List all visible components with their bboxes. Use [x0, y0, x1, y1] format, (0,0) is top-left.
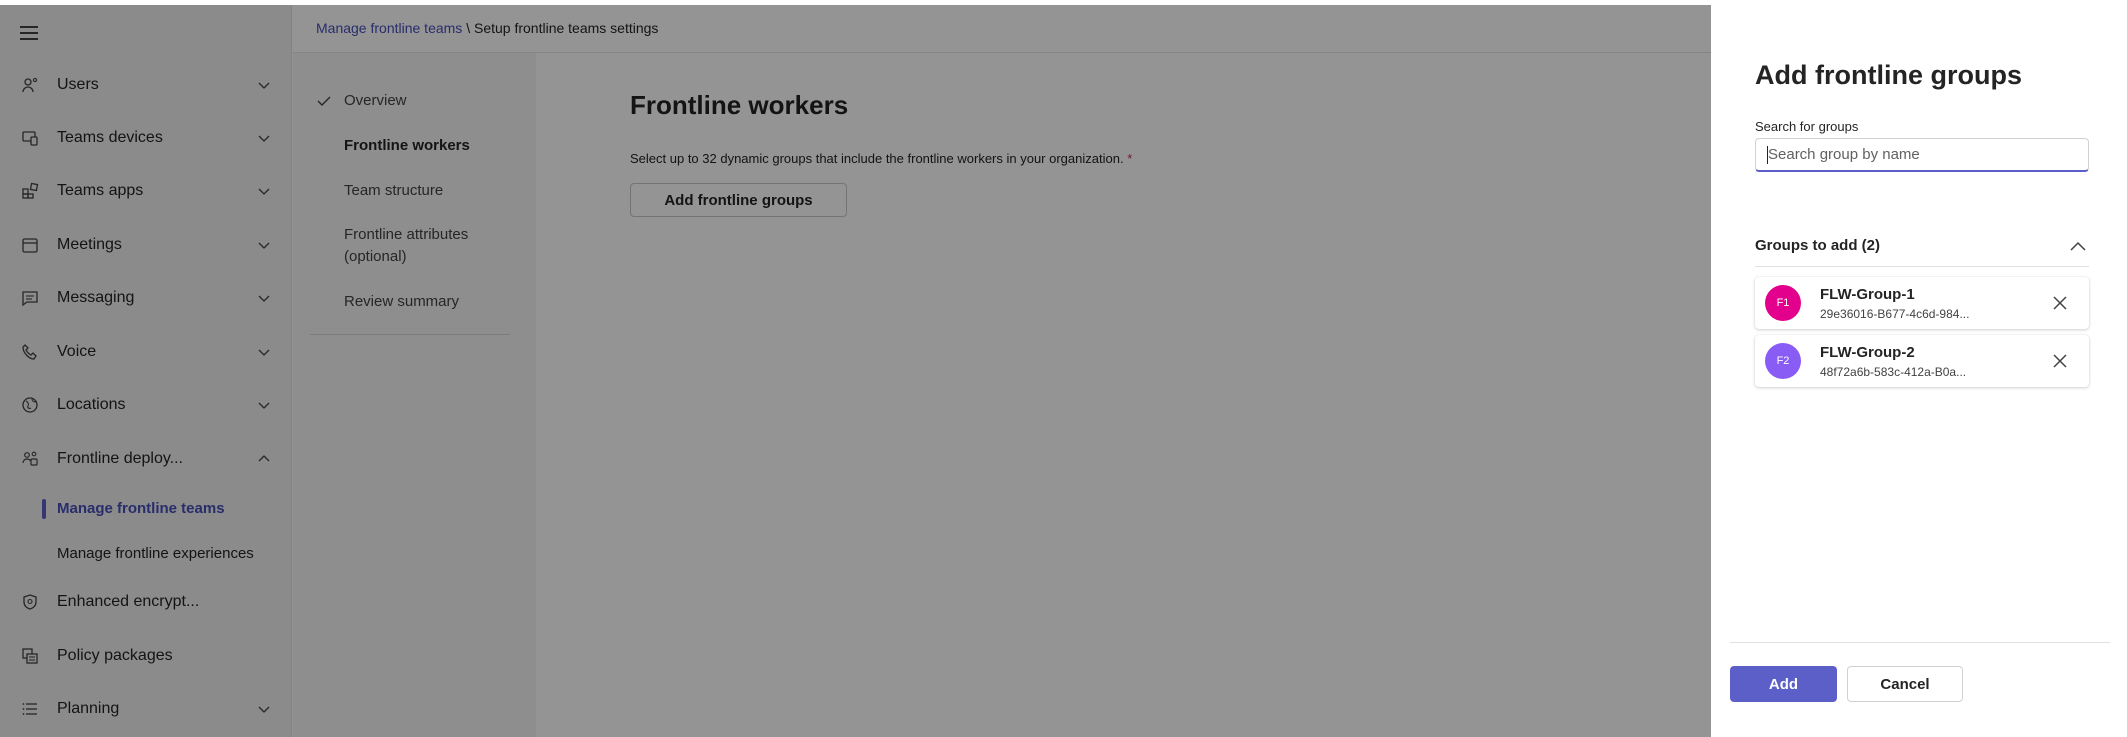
search-label: Search for groups: [1755, 119, 1859, 134]
divider: [1755, 266, 2089, 267]
close-icon: [2053, 296, 2067, 310]
cancel-button[interactable]: Cancel: [1847, 666, 1963, 702]
panel-title: Add frontline groups: [1755, 60, 2022, 90]
group-name: FLW-Group-2: [1820, 344, 1915, 361]
avatar: F2: [1765, 343, 1801, 379]
avatar: F1: [1765, 285, 1801, 321]
groups-section-title: Groups to add (2): [1755, 237, 1880, 254]
group-name: FLW-Group-1: [1820, 286, 1915, 303]
modal-overlay[interactable]: [0, 0, 1711, 737]
divider: [1730, 642, 2110, 643]
chevron-up-icon[interactable]: [2069, 238, 2087, 256]
search-input[interactable]: [1755, 138, 2089, 172]
close-icon: [2053, 354, 2067, 368]
remove-group-button[interactable]: [2052, 295, 2068, 311]
group-id: 29e36016-B677-4c6d-984...: [1820, 307, 1970, 321]
group-card: F1 FLW-Group-1 29e36016-B677-4c6d-984...: [1755, 277, 2089, 329]
group-id: 48f72a6b-583c-412a-B0a...: [1820, 365, 1967, 379]
group-card: F2 FLW-Group-2 48f72a6b-583c-412a-B0a...: [1755, 335, 2089, 387]
text-caret: [1767, 146, 1768, 164]
remove-group-button[interactable]: [2052, 353, 2068, 369]
add-button[interactable]: Add: [1730, 666, 1837, 702]
